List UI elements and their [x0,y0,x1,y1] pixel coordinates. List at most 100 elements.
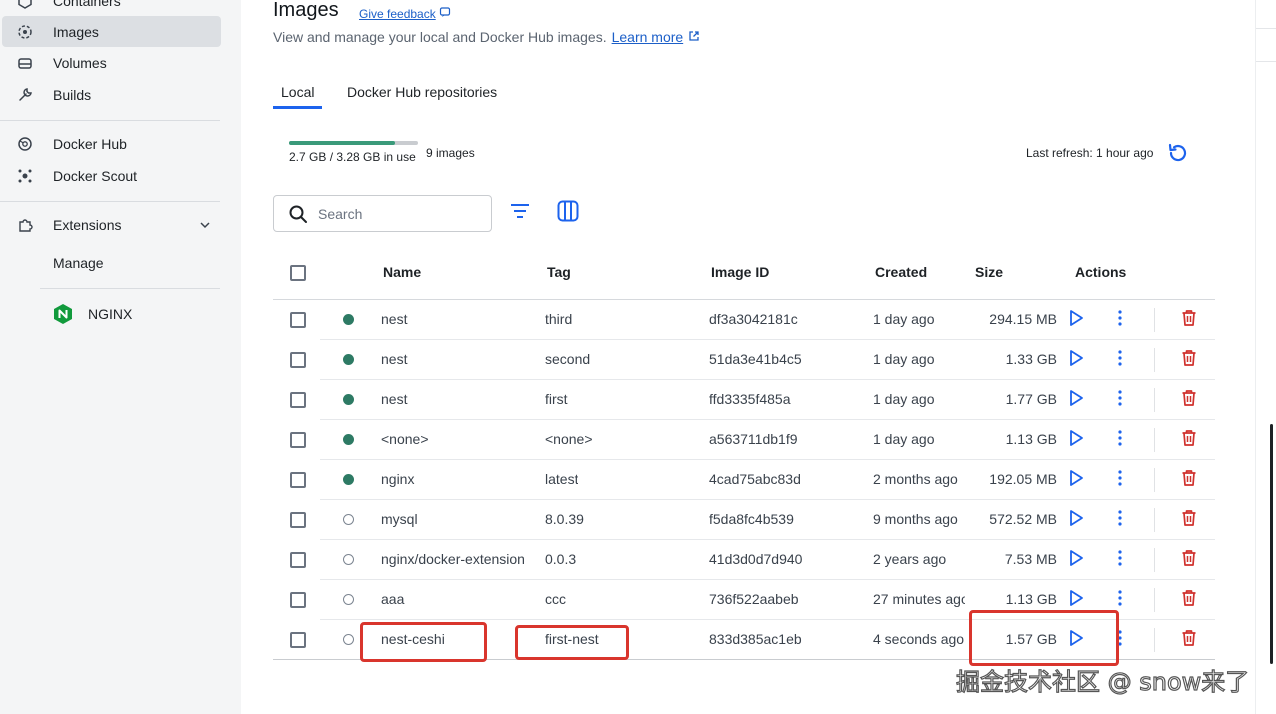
table-row[interactable]: <none> <none> a563711db1f9 1 day ago 1.13 GB [273,420,1215,460]
learn-more-link[interactable]: Learn more [612,29,684,45]
row-checkbox[interactable] [290,352,306,368]
sidebar-divider [0,120,220,121]
external-link-icon [688,29,700,45]
sidebar-item-builds[interactable]: Builds [2,79,221,110]
table-row[interactable]: nginx latest 4cad75abc83d 2 months ago 192.0… [273,460,1215,500]
image-name[interactable]: mysql [381,511,533,527]
give-feedback-label: Give feedback [359,6,436,21]
trash-icon [1181,349,1197,372]
column-header-size[interactable]: Size [975,264,1003,280]
image-created: 1 day ago [873,431,935,447]
image-name[interactable]: nest [381,351,533,367]
image-tag: 0.0.3 [545,551,577,567]
run-button[interactable] [1066,509,1086,530]
give-feedback-link[interactable]: Give feedback [359,6,451,21]
row-checkbox[interactable] [290,552,306,568]
more-vertical-icon [1118,589,1122,611]
more-vertical-icon [1118,389,1122,411]
more-actions-button[interactable] [1110,549,1130,571]
trash-icon [1181,389,1197,412]
sidebar-item-extensions[interactable]: Extensions [2,209,221,240]
more-actions-button[interactable] [1110,429,1130,450]
image-name[interactable]: nginx [381,471,533,487]
more-actions-button[interactable] [1110,389,1130,411]
extensions-icon [16,216,34,234]
in-use-status-icon [343,434,354,445]
delete-button[interactable] [1179,349,1199,372]
column-header-name[interactable]: Name [383,264,421,280]
table-row[interactable]: nginx/docker-extension 0.0.3 41d3d0d7d940 2… [273,540,1215,580]
delete-button[interactable] [1179,589,1199,612]
more-vertical-icon [1118,549,1122,571]
search-field[interactable] [273,195,492,232]
sidebar-item-containers[interactable]: Containers [2,0,221,16]
row-checkbox[interactable] [290,592,306,608]
image-created: 4 seconds ago [873,631,965,647]
delete-button[interactable] [1179,469,1199,492]
image-name[interactable]: nest [381,391,533,407]
run-button[interactable] [1066,309,1086,330]
delete-button[interactable] [1179,309,1199,330]
table-row[interactable]: mysql 8.0.39 f5da8fc4b539 9 months ago 572.5… [273,500,1215,540]
run-button[interactable] [1066,589,1086,610]
run-button[interactable] [1066,389,1086,410]
sidebar-item-nginx[interactable]: NGINX [2,298,221,329]
more-vertical-icon [1118,509,1122,531]
table-row[interactable]: nest third df3a3042181c 1 day ago 294.15 MB [273,300,1215,340]
sidebar-item-manage[interactable]: Manage [2,247,221,278]
more-actions-button[interactable] [1110,349,1130,370]
column-header-tag[interactable]: Tag [547,264,571,280]
row-checkbox[interactable] [290,632,306,648]
row-checkbox[interactable] [290,512,306,528]
sidebar-item-docker-hub[interactable]: Docker Hub [2,128,221,159]
watermark: 掘金技术社区 @ snow来了 [955,667,1250,696]
run-button[interactable] [1066,549,1086,570]
more-actions-button[interactable] [1110,509,1130,531]
delete-button[interactable] [1179,429,1199,450]
row-checkbox[interactable] [290,392,306,408]
image-tag: 8.0.39 [545,511,584,527]
search-input[interactable] [318,205,468,222]
sidebar-item-volumes[interactable]: Volumes [2,47,221,78]
sidebar-item-docker-scout[interactable]: Docker Scout [2,160,221,191]
run-button[interactable] [1066,469,1086,490]
scrollbar-thumb[interactable] [1270,424,1273,664]
volumes-icon [16,54,34,72]
more-actions-button[interactable] [1110,309,1130,330]
delete-button[interactable] [1179,549,1199,570]
disk-usage-fill [289,141,395,145]
sidebar-item-label: Images [53,23,99,40]
image-created: 27 minutes ago [873,591,965,607]
more-actions-button[interactable] [1110,589,1130,611]
tab-docker-hub-repositories[interactable]: Docker Hub repositories [347,84,497,100]
table-row[interactable]: nest second 51da3e41b4c5 1 day ago 1.33 GB [273,340,1215,380]
highlight-annotation [515,625,629,660]
chevron-down-icon[interactable] [199,218,211,236]
columns-button[interactable] [556,200,580,225]
column-header-created[interactable]: Created [875,264,927,280]
sidebar-item-images[interactable]: Images [2,16,221,47]
image-name[interactable]: nginx/docker-extension [381,551,533,567]
row-checkbox[interactable] [290,472,306,488]
tab-local[interactable]: Local [281,84,314,100]
run-button[interactable] [1066,429,1086,450]
image-name[interactable]: nest [381,311,533,327]
more-actions-button[interactable] [1110,469,1130,490]
wrench-icon [16,86,34,104]
run-button[interactable] [1066,349,1086,370]
image-name[interactable]: <none> [381,431,533,447]
refresh-icon[interactable] [1166,141,1190,170]
delete-button[interactable] [1179,629,1199,650]
delete-button[interactable] [1179,509,1199,530]
table-row[interactable]: nest first ffd3335f485a 1 day ago 1.77 GB [273,380,1215,420]
image-name[interactable]: aaa [381,591,533,607]
select-all-checkbox[interactable] [290,265,306,281]
trash-icon [1181,469,1197,492]
row-checkbox[interactable] [290,432,306,448]
column-header-image-id[interactable]: Image ID [711,264,769,280]
delete-button[interactable] [1179,389,1199,412]
filter-button[interactable] [508,201,532,225]
trash-icon [1181,589,1197,612]
image-tag: <none> [545,431,593,447]
row-checkbox[interactable] [290,312,306,328]
